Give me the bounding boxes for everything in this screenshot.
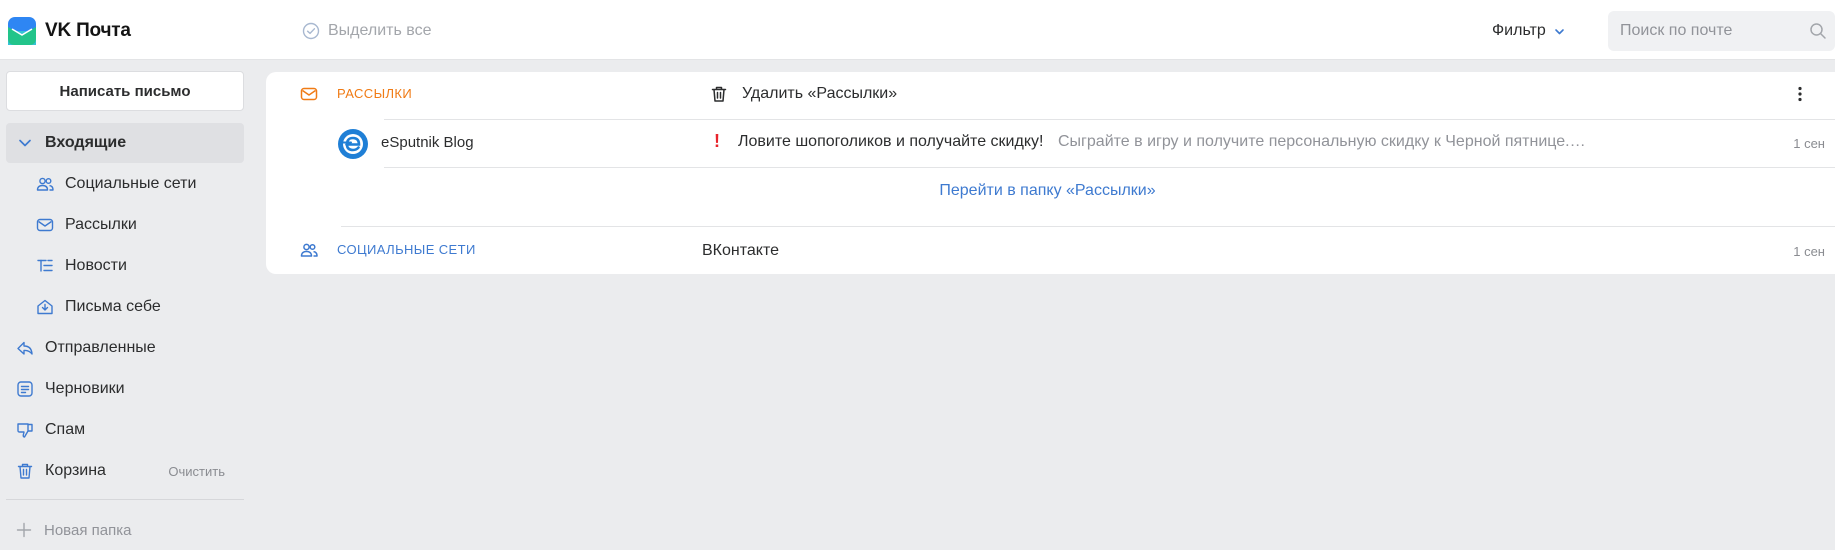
category-header-newsletters: Рассылки Удалить «Рассылки» <box>266 72 1835 116</box>
section-divider <box>341 226 1835 227</box>
envelope-icon <box>36 218 54 232</box>
sidebar-item-newsletters[interactable]: Рассылки <box>6 205 244 245</box>
check-circle-icon <box>302 22 320 40</box>
sidebar-item-spam[interactable]: Спам <box>6 410 244 450</box>
top-header: VK Почта Выделить все Фильтр <box>0 0 1835 60</box>
sidebar-item-label: Социальные сети <box>65 175 197 192</box>
sidebar-item-label: Письма себе <box>65 298 161 315</box>
sidebar-divider <box>6 499 244 500</box>
category-header-social[interactable]: Социальные сети ВКонтакте 1 сен <box>266 228 1835 272</box>
sidebar-item-label: Спам <box>45 421 86 438</box>
compose-button[interactable]: Написать письмо <box>6 71 244 111</box>
email-time: 1 сен <box>1793 244 1825 259</box>
drafts-icon <box>17 381 33 397</box>
envelope-icon <box>300 87 318 101</box>
important-flag: ! <box>714 131 720 151</box>
search-input[interactable] <box>1608 11 1798 51</box>
goto-folder-label: Перейти в папку «Рассылки» <box>939 182 1156 199</box>
people-icon <box>36 177 54 191</box>
plus-icon <box>16 522 32 538</box>
trash-icon <box>711 86 727 102</box>
sidebar-item-label: Новости <box>65 257 127 274</box>
row-divider <box>384 167 1835 168</box>
sidebar-item-news[interactable]: Новости <box>6 246 244 286</box>
category-label[interactable]: Социальные сети <box>337 242 476 257</box>
trash-icon <box>17 463 33 479</box>
sidebar-item-label: Входящие <box>45 134 127 151</box>
search-icon[interactable] <box>1809 22 1827 40</box>
new-folder-button[interactable]: Новая папка <box>16 520 131 540</box>
news-list-icon <box>37 259 53 272</box>
app-logo[interactable]: VK Почта <box>8 17 131 45</box>
sidebar-item-label: Корзина <box>45 462 106 479</box>
delete-category-button[interactable]: Удалить «Рассылки» <box>710 84 897 104</box>
sidebar-item-sent[interactable]: Отправленные <box>6 328 244 368</box>
email-snippet: Сыграйте в игру и получите персональную … <box>1058 133 1588 150</box>
email-time: 1 сен <box>1793 136 1825 151</box>
thumb-down-icon <box>17 423 33 438</box>
more-vertical-icon[interactable] <box>1791 85 1809 103</box>
sidebar-item-label: Отправленные <box>45 339 156 356</box>
filter-dropdown[interactable]: Фильтр <box>1492 20 1565 42</box>
search-box <box>1608 11 1835 51</box>
sidebar-item-social[interactable]: Социальные сети <box>6 164 244 204</box>
sidebar-item-drafts[interactable]: Черновики <box>6 369 244 409</box>
sidebar-item-label: Черновики <box>45 380 125 397</box>
chevron-down-icon <box>1554 28 1564 34</box>
empty-trash-button[interactable]: Очистить <box>168 464 225 479</box>
delete-category-label: Удалить «Рассылки» <box>742 85 898 102</box>
email-row[interactable]: eSputnik Blog ! Ловите шопоголиков и пол… <box>266 119 1835 167</box>
people-icon <box>300 243 318 257</box>
goto-folder-link[interactable]: Перейти в папку «Рассылки» <box>266 182 1835 200</box>
category-sender: ВКонтакте <box>702 242 779 259</box>
sidebar-item-inbox[interactable]: Входящие <box>6 123 244 163</box>
category-label[interactable]: Рассылки <box>337 86 412 101</box>
email-sender: eSputnik Blog <box>381 134 474 151</box>
app-title: VK Почта <box>45 20 131 41</box>
sidebar-item-to-self[interactable]: Письма себе <box>6 287 244 327</box>
select-all-label: Выделить все <box>328 22 432 39</box>
chevron-down-icon[interactable] <box>16 134 34 152</box>
mail-list-card: Рассылки Удалить «Рассылки» eSputnik Blo… <box>266 72 1835 274</box>
select-all-button[interactable]: Выделить все <box>302 20 431 42</box>
email-subject: Ловите шопоголиков и получайте скидку! <box>738 133 1044 150</box>
inbox-self-icon <box>37 299 53 315</box>
sender-avatar <box>338 129 368 159</box>
sidebar-item-label: Рассылки <box>65 216 137 233</box>
sidebar-item-trash[interactable]: Корзина Очистить <box>6 451 244 491</box>
filter-label: Фильтр <box>1492 22 1546 39</box>
sent-icon <box>17 341 33 355</box>
vk-mail-logo-icon <box>8 17 36 45</box>
new-folder-label: Новая папка <box>44 521 132 539</box>
